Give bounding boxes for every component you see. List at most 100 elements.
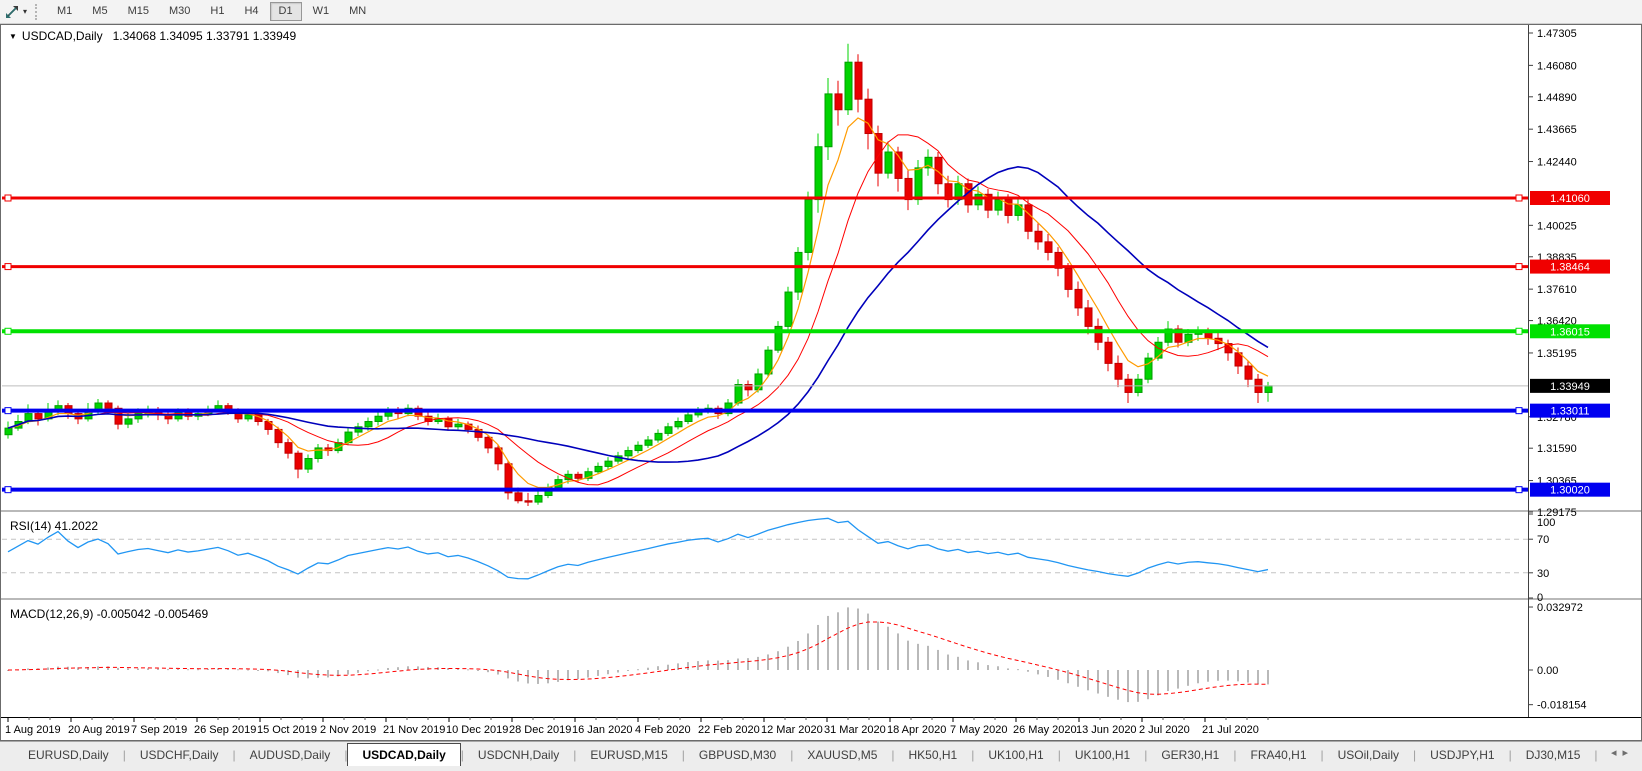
date-axis-label: 21 Jul 2020 bbox=[1202, 724, 1259, 736]
candle-body bbox=[244, 414, 253, 420]
candle-body bbox=[744, 384, 753, 391]
macd-bar bbox=[387, 667, 389, 670]
candle-body bbox=[484, 436, 493, 449]
timeframe-button-m5[interactable]: M5 bbox=[83, 2, 116, 21]
line-handle[interactable] bbox=[1515, 194, 1523, 202]
timeframe-button-m15[interactable]: M15 bbox=[119, 2, 158, 21]
candle-body bbox=[4, 427, 13, 436]
macd-bar bbox=[977, 662, 979, 670]
timeframe-button-w1[interactable]: W1 bbox=[304, 2, 339, 21]
line-handle[interactable] bbox=[4, 407, 12, 415]
date-axis-label: 22 Feb 2020 bbox=[698, 724, 760, 736]
date-axis-label: 15 Oct 2019 bbox=[257, 724, 317, 736]
tab-hk50-h1[interactable]: HK50,H1 bbox=[895, 743, 972, 766]
candle-body bbox=[104, 402, 113, 409]
macd-bar bbox=[547, 670, 549, 684]
price-axis-label: 1.46080 bbox=[1537, 60, 1577, 72]
candle-body bbox=[654, 432, 663, 441]
charts-toolbar-icon bbox=[6, 5, 18, 18]
timeframe-button-h1[interactable]: H1 bbox=[201, 2, 233, 21]
candle-body bbox=[664, 426, 673, 434]
tab-fra40-h1[interactable]: FRA40,H1 bbox=[1236, 743, 1320, 766]
level-price-badge-text: 1.30020 bbox=[1550, 485, 1590, 497]
tab-dj30-m15[interactable]: DJ30,M15 bbox=[1512, 743, 1595, 766]
tab-ger30-h1[interactable]: GER30,H1 bbox=[1147, 743, 1233, 766]
tab-china300-h4[interactable]: CHINA300,H4 bbox=[1598, 743, 1602, 766]
candle-body bbox=[1004, 199, 1013, 216]
tab-eurusd-daily[interactable]: EURUSD,Daily bbox=[14, 743, 123, 766]
tab-xauusd-m5[interactable]: XAUUSD,M5 bbox=[793, 743, 891, 766]
date-axis-label: 28 Dec 2019 bbox=[509, 724, 571, 736]
date-axis-label: 16 Jan 2020 bbox=[572, 724, 633, 736]
macd-bar bbox=[807, 633, 809, 670]
macd-axis-label: 0.00 bbox=[1537, 665, 1558, 677]
tab-usdchf-daily[interactable]: USDCHF,Daily bbox=[126, 743, 233, 766]
chevron-down-icon[interactable]: ▾ bbox=[23, 7, 27, 16]
tab-scroll-right-icon[interactable]: ▸ bbox=[1622, 747, 1634, 759]
candle-body bbox=[734, 384, 743, 404]
charts-tool-group[interactable]: ▾ bbox=[0, 0, 31, 23]
macd-bar bbox=[797, 640, 799, 670]
line-handle[interactable] bbox=[4, 263, 12, 271]
macd-bar bbox=[1087, 670, 1089, 691]
candle-body bbox=[574, 473, 583, 479]
tab-usoil-daily[interactable]: USOil,Daily bbox=[1324, 743, 1413, 766]
macd-bar bbox=[1017, 669, 1019, 671]
macd-bar bbox=[1257, 670, 1259, 685]
timeframe-button-mn[interactable]: MN bbox=[340, 2, 375, 21]
candle-body bbox=[1104, 341, 1113, 364]
macd-bar bbox=[467, 669, 469, 671]
line-handle[interactable] bbox=[4, 486, 12, 494]
macd-bar bbox=[747, 658, 749, 670]
candle-body bbox=[1264, 385, 1273, 393]
macd-bar bbox=[267, 670, 269, 672]
tab-usdjpy-h1[interactable]: USDJPY,H1 bbox=[1416, 743, 1508, 766]
macd-bar bbox=[937, 649, 939, 670]
line-handle[interactable] bbox=[1515, 327, 1523, 335]
chart-canvas[interactable]: 1.47305 1.46080 1.44890 1.43665 1.42440 1.400… bbox=[0, 24, 1642, 741]
macd-bar bbox=[527, 670, 529, 684]
tab-gbpusd-m30[interactable]: GBPUSD,M30 bbox=[685, 743, 790, 766]
line-handle[interactable] bbox=[4, 327, 12, 335]
timeframe-button-m1[interactable]: M1 bbox=[48, 2, 81, 21]
tab-audusd-daily[interactable]: AUDUSD,Daily bbox=[236, 743, 345, 766]
macd-bar bbox=[607, 670, 609, 675]
timeframe-button-d1[interactable]: D1 bbox=[269, 2, 302, 21]
macd-bar bbox=[97, 666, 99, 670]
macd-bar bbox=[1167, 670, 1169, 692]
timeframes-toolbar: ▾ M1 M5 M15 M30 H1 H4 D1 W1 MN bbox=[0, 0, 1642, 24]
tab-uk100-h1[interactable]: UK100,H1 bbox=[1061, 743, 1144, 766]
macd-bar bbox=[27, 668, 29, 670]
tab-scroll-left-icon[interactable]: ◂ bbox=[1611, 747, 1623, 759]
macd-bar bbox=[587, 670, 589, 678]
candle-body bbox=[374, 415, 383, 423]
mt4-chart-window: ▾ M1 M5 M15 M30 H1 H4 D1 W1 MN 1.47305 1.46080 1.4… bbox=[0, 0, 1642, 771]
candle-body bbox=[974, 193, 983, 206]
macd-bar bbox=[407, 666, 409, 670]
tab-usdcnh-daily[interactable]: USDCNH,Daily bbox=[464, 743, 573, 766]
tab-usdcad-daily[interactable]: USDCAD,Daily bbox=[347, 743, 461, 766]
candle-body bbox=[1064, 267, 1073, 290]
macd-bar bbox=[517, 670, 519, 682]
level-price-badge-text: 1.33011 bbox=[1551, 406, 1590, 418]
date-axis-label: 26 May 2020 bbox=[1013, 724, 1077, 736]
line-handle[interactable] bbox=[1515, 407, 1523, 415]
line-handle[interactable] bbox=[1515, 486, 1523, 494]
candle-body bbox=[1074, 288, 1083, 309]
candle-body bbox=[634, 444, 643, 452]
line-handle[interactable] bbox=[4, 194, 12, 202]
candle-body bbox=[784, 291, 793, 327]
toolbar-grip-handle[interactable] bbox=[35, 3, 40, 20]
tab-uk100-h1[interactable]: UK100,H1 bbox=[974, 743, 1057, 766]
timeframe-button-m30[interactable]: M30 bbox=[160, 2, 199, 21]
macd-bar bbox=[1127, 670, 1129, 703]
macd-bar bbox=[1247, 670, 1249, 683]
tab-eurusd-m15[interactable]: EURUSD,M15 bbox=[576, 743, 681, 766]
candle-body bbox=[304, 457, 313, 470]
macd-bar bbox=[137, 668, 139, 670]
line-handle[interactable] bbox=[1515, 263, 1523, 271]
macd-bar bbox=[1177, 670, 1179, 689]
level-price-badge-text: 1.38464 bbox=[1550, 262, 1590, 274]
timeframe-button-h4[interactable]: H4 bbox=[235, 2, 267, 21]
macd-bar bbox=[947, 654, 949, 670]
